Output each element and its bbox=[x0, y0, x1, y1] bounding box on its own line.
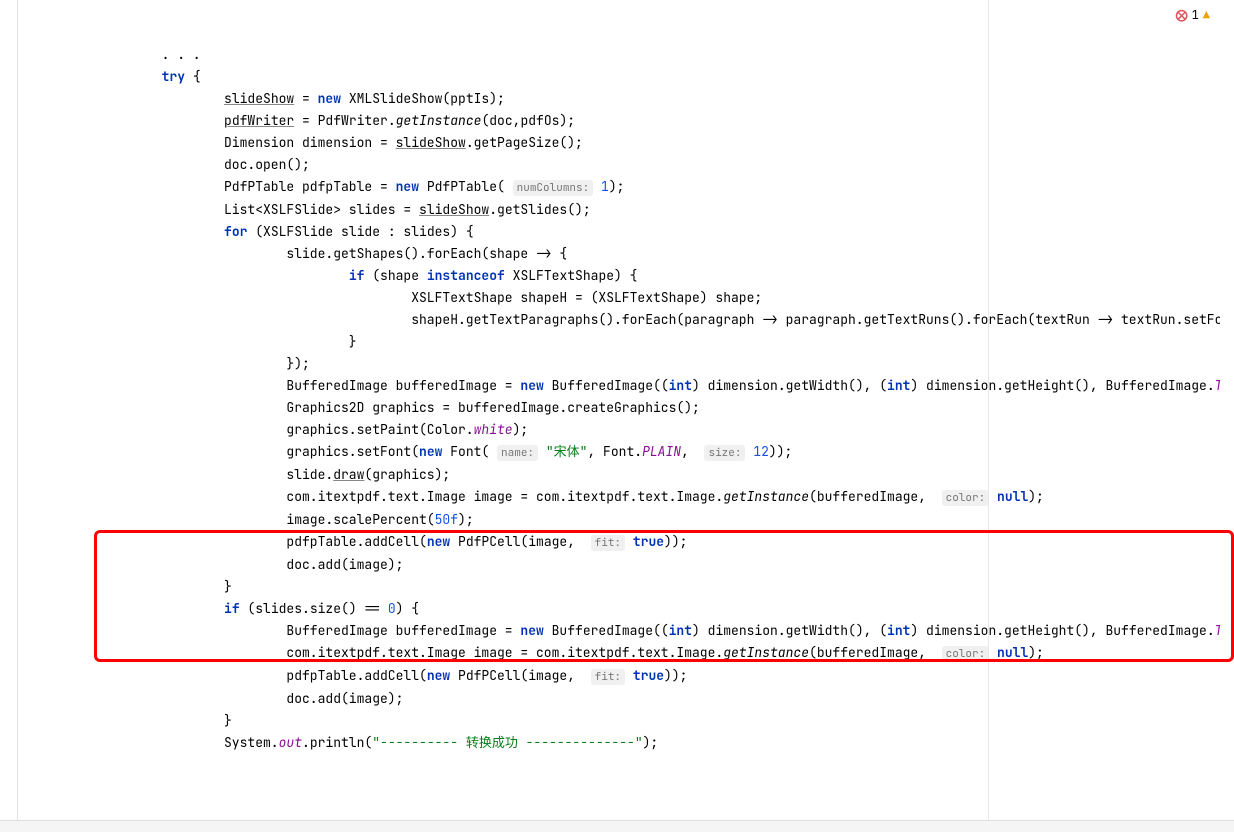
code-line[interactable]: doc.open(); bbox=[18, 154, 1234, 176]
code-line[interactable]: List<XSLFSlide> slides = slideShow.getSl… bbox=[18, 199, 1234, 221]
code-line[interactable]: BufferedImage bufferedImage = new Buffer… bbox=[18, 375, 1234, 397]
parameter-hint: color: bbox=[942, 646, 990, 662]
code-line[interactable]: doc.add(image); bbox=[18, 688, 1234, 710]
code-line[interactable]: System.out.println("---------- 转换成功 ----… bbox=[18, 732, 1234, 754]
code-line[interactable]: if (shape instanceof XSLFTextShape) { bbox=[18, 265, 1234, 287]
code-line[interactable]: com.itextpdf.text.Image image = com.itex… bbox=[18, 486, 1234, 509]
code-line[interactable]: if (slides.size() == 0) { bbox=[18, 598, 1234, 620]
code-line[interactable]: } bbox=[18, 331, 1234, 353]
code-line[interactable]: BufferedImage bufferedImage = new Buffer… bbox=[18, 620, 1234, 642]
code-line[interactable]: for (XSLFSlide slide : slides) { bbox=[18, 221, 1234, 243]
code-line[interactable]: graphics.setPaint(Color.white); bbox=[18, 419, 1234, 441]
code-editor[interactable]: . . . try { slideShow = new XMLSlideShow… bbox=[0, 0, 1234, 820]
code-line[interactable]: XSLFTextShape shapeH = (XSLFTextShape) s… bbox=[18, 287, 1234, 309]
code-line[interactable]: pdfWriter = PdfWriter.getInstance(doc,pd… bbox=[18, 110, 1234, 132]
code-line[interactable]: com.itextpdf.text.Image image = com.itex… bbox=[18, 642, 1234, 665]
code-line[interactable]: shapeH.getTextParagraphs().forEach(parag… bbox=[18, 309, 1234, 331]
inspection-indicators[interactable]: ⨂ 1 ▲ bbox=[1176, 4, 1210, 26]
code-line[interactable]: doc.add(image); bbox=[18, 554, 1234, 576]
parameter-hint: color: bbox=[942, 490, 990, 506]
code-line[interactable]: try { bbox=[18, 66, 1234, 88]
code-line[interactable]: slide.draw(graphics); bbox=[18, 464, 1234, 486]
parameter-hint: name: bbox=[497, 445, 538, 461]
code-line[interactable]: image.scalePercent(50f); bbox=[18, 509, 1234, 531]
code-line[interactable]: }); bbox=[18, 353, 1234, 375]
code-line[interactable]: PdfPTable pdfpTable = new PdfPTable( num… bbox=[18, 176, 1234, 199]
code-line[interactable]: graphics.setFont(new Font( name: "宋体", F… bbox=[18, 441, 1234, 464]
code-line[interactable]: pdfpTable.addCell(new PdfPCell(image, fi… bbox=[18, 665, 1234, 688]
code-line[interactable]: slideShow = new XMLSlideShow(pptIs); bbox=[18, 88, 1234, 110]
editor-gutter bbox=[0, 0, 18, 820]
code-line[interactable]: } bbox=[18, 576, 1234, 598]
vertical-guide bbox=[988, 0, 989, 820]
code-line[interactable]: Graphics2D graphics = bufferedImage.crea… bbox=[18, 397, 1234, 419]
error-icon: ⨂ bbox=[1176, 4, 1188, 26]
parameter-hint: fit: bbox=[591, 669, 625, 685]
warning-icon: ▲ bbox=[1203, 4, 1210, 26]
code-line[interactable]: } bbox=[18, 710, 1234, 732]
error-stripe[interactable] bbox=[1220, 0, 1234, 820]
code-line[interactable]: . . . bbox=[18, 44, 1234, 66]
parameter-hint: size: bbox=[704, 445, 745, 461]
code-line[interactable]: Dimension dimension = slideShow.getPageS… bbox=[18, 132, 1234, 154]
parameter-hint: numColumns: bbox=[513, 180, 594, 196]
horizontal-scrollbar[interactable] bbox=[0, 820, 1234, 832]
code-line[interactable]: slide.getShapes().forEach(shape -> { bbox=[18, 243, 1234, 265]
code-line[interactable]: pdfpTable.addCell(new PdfPCell(image, fi… bbox=[18, 531, 1234, 554]
parameter-hint: fit: bbox=[591, 535, 625, 551]
code-area[interactable]: . . . try { slideShow = new XMLSlideShow… bbox=[18, 0, 1234, 820]
error-count: 1 bbox=[1192, 4, 1199, 26]
